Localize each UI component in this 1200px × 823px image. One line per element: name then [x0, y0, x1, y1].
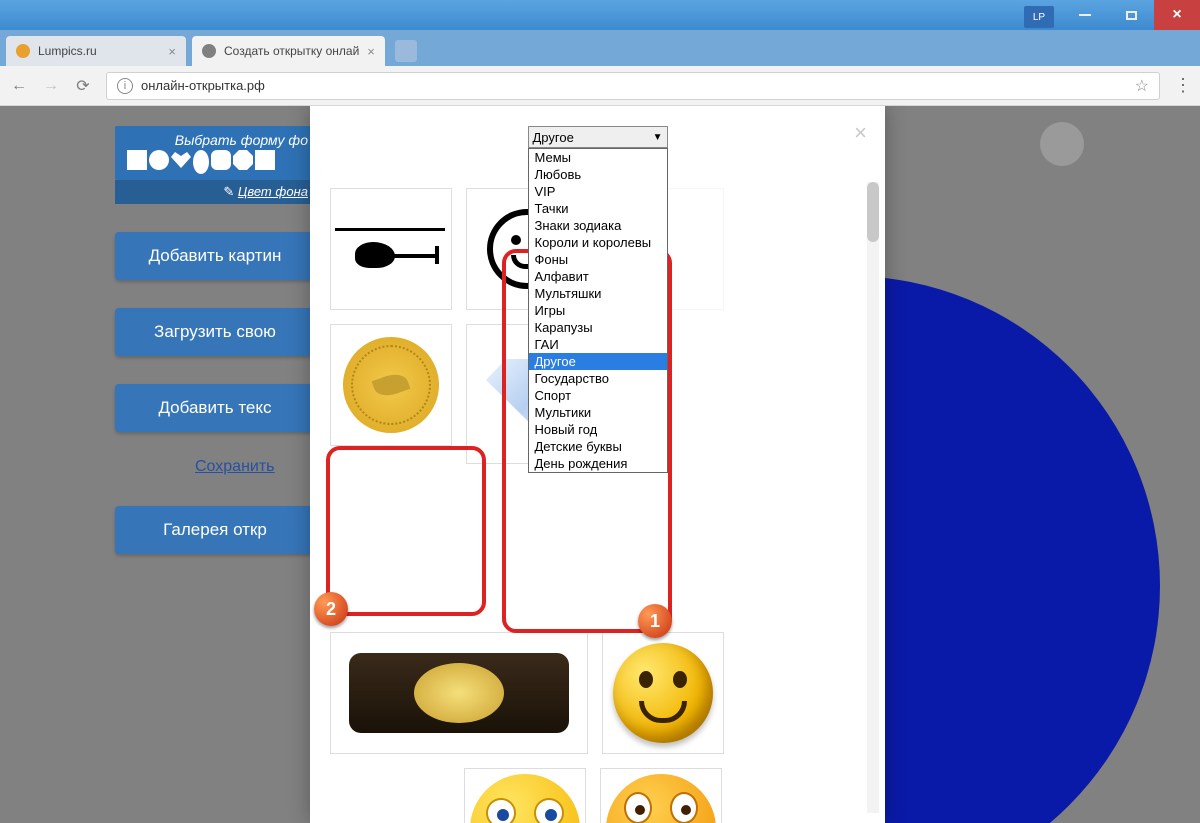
nav-reload-button[interactable]: ⟳ [74, 76, 92, 96]
close-icon[interactable]: × [168, 44, 176, 59]
tab-label: Создать открытку онлай [224, 44, 359, 58]
scrollbar[interactable] [867, 182, 879, 813]
bookmark-icon[interactable]: ☆ [1135, 76, 1149, 96]
add-image-button[interactable]: Добавить картин [115, 232, 315, 280]
browser-toolbar: ← → ⟳ i онлайн-открытка.рф ☆ ⋮ [0, 66, 1200, 106]
dropdown-option[interactable]: Спорт [529, 387, 667, 404]
step-badge-1: 1 [638, 604, 672, 638]
add-text-button[interactable]: Добавить текс [115, 384, 315, 432]
dropdown-option[interactable]: Тачки [529, 200, 667, 217]
browser-tab-lumpics[interactable]: Lumpics.ru × [6, 36, 186, 66]
shape-selector[interactable]: Выбрать форму фо [115, 126, 320, 180]
step-badge-2: 2 [314, 592, 348, 626]
dropdown-option[interactable]: VIP [529, 183, 667, 200]
close-icon[interactable]: × [367, 44, 375, 59]
dropdown-option[interactable]: Игры [529, 302, 667, 319]
sidebar: Выбрать форму фо ✎ Цвет фона Добавить ка… [115, 126, 320, 554]
modal-close-button[interactable]: × [854, 120, 867, 146]
shape-flower-icon[interactable] [211, 150, 231, 170]
background-color-row[interactable]: ✎ Цвет фона [115, 180, 320, 204]
dropdown-option[interactable]: Карапузы [529, 319, 667, 336]
page-viewport: Выбрать форму фо ✎ Цвет фона Добавить ка… [0, 106, 1200, 823]
save-link[interactable]: Сохранить [195, 458, 275, 476]
pencil-icon: ✎ [223, 184, 238, 199]
tab-label: Lumpics.ru [38, 44, 97, 58]
gallery-button[interactable]: Галерея откр [115, 506, 315, 554]
thumb-gold-seal[interactable] [330, 324, 452, 446]
upload-own-button[interactable]: Загрузить свою [115, 308, 315, 356]
thumb-crazy-emoji[interactable] [464, 768, 586, 823]
dropdown-list[interactable]: Мемы Любовь VIP Тачки Знаки зодиака Коро… [528, 148, 668, 473]
dropdown-option[interactable]: Короли и королевы [529, 234, 667, 251]
dropdown-option[interactable]: ГАИ [529, 336, 667, 353]
color-bg-link[interactable]: Цвет фона [238, 184, 308, 199]
avatar[interactable] [1040, 122, 1084, 166]
address-bar[interactable]: i онлайн-открытка.рф ☆ [106, 72, 1160, 100]
dropdown-option[interactable]: Детские буквы [529, 438, 667, 455]
shape-ellipse-icon[interactable] [193, 150, 209, 174]
thumb-smiley-3d[interactable] [602, 632, 724, 754]
dropdown-option[interactable]: Мультики [529, 404, 667, 421]
scrollbar-thumb[interactable] [867, 182, 879, 242]
dropdown-option-selected[interactable]: Другое [529, 353, 667, 370]
shape-circle-icon[interactable] [149, 150, 169, 170]
browser-menu-button[interactable]: ⋮ [1174, 75, 1190, 96]
window-maximize-button[interactable] [1108, 0, 1154, 30]
dropdown-option[interactable]: Алфавит [529, 268, 667, 285]
shape-heading: Выбрать форму фо [127, 132, 308, 148]
shape-octagon-icon[interactable] [233, 150, 253, 170]
window-close-button[interactable]: × [1154, 0, 1200, 30]
category-dropdown[interactable]: Другое ▼ Мемы Любовь VIP Тачки Знаки зод… [528, 126, 668, 148]
window-badge: LP [1024, 6, 1054, 28]
browser-tab-strip: Lumpics.ru × Создать открытку онлай × [0, 30, 1200, 66]
dropdown-option[interactable]: Государство [529, 370, 667, 387]
dropdown-option[interactable]: Мультяшки [529, 285, 667, 302]
dropdown-option[interactable]: Новый год [529, 421, 667, 438]
browser-tab-postcard[interactable]: Создать открытку онлай × [192, 36, 385, 66]
thumb-belt[interactable] [330, 632, 588, 754]
new-tab-button[interactable] [395, 40, 417, 62]
chevron-down-icon: ▼ [653, 132, 663, 143]
shape-rect-icon[interactable] [255, 150, 275, 170]
dropdown-option[interactable]: День рождения [529, 455, 667, 472]
favicon-icon [202, 44, 216, 58]
dropdown-option[interactable]: Фоны [529, 251, 667, 268]
nav-back-button[interactable]: ← [10, 77, 28, 95]
url-text: онлайн-открытка.рф [141, 78, 265, 93]
dropdown-option[interactable]: Мемы [529, 149, 667, 166]
site-info-icon[interactable]: i [117, 78, 133, 94]
image-picker-modal: × Другое ▼ Мемы Любовь VIP Тачки Знаки з… [310, 106, 885, 823]
window-minimize-button[interactable] [1062, 0, 1108, 30]
dropdown-selected: Другое [533, 130, 574, 145]
window-titlebar: LP × [0, 0, 1200, 30]
favicon-icon [16, 44, 30, 58]
thumb-helicopter[interactable] [330, 188, 452, 310]
dropdown-option[interactable]: Любовь [529, 166, 667, 183]
shape-square-icon[interactable] [127, 150, 147, 170]
thumb-screaming-emoji[interactable] [600, 768, 722, 823]
shape-heart-icon[interactable] [171, 150, 191, 170]
dropdown-option[interactable]: Знаки зодиака [529, 217, 667, 234]
nav-forward-button[interactable]: → [42, 77, 60, 95]
